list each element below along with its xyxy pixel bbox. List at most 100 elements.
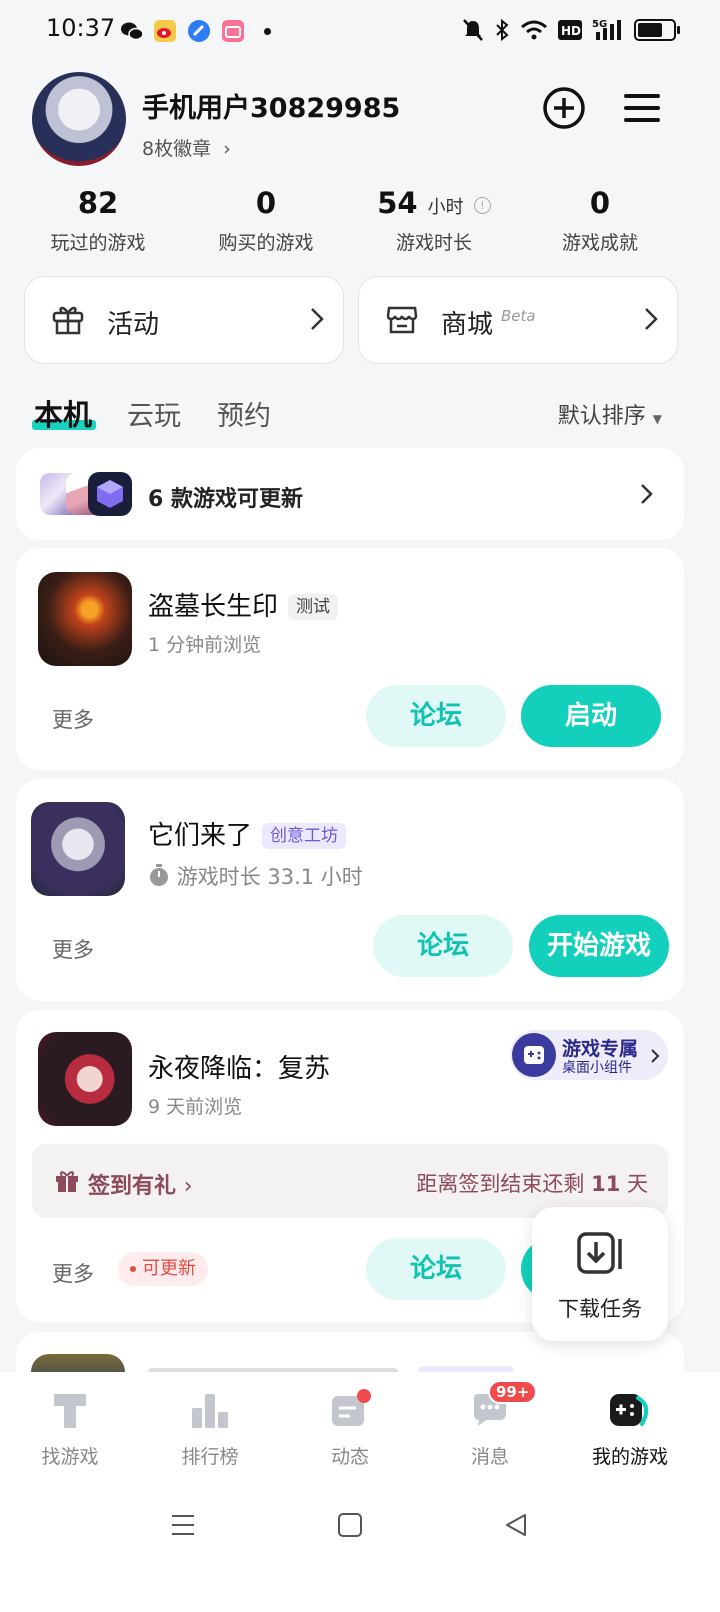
- download-tasks-label: 下载任务: [558, 1297, 642, 1321]
- wifi-icon: [521, 20, 547, 40]
- store-icon: [386, 306, 418, 334]
- signal-5g-icon: 5G: [592, 19, 621, 40]
- tab-reserved[interactable]: 预约: [217, 394, 271, 433]
- status-time: 10:37: [46, 14, 116, 42]
- chevron-right-icon: [311, 308, 324, 330]
- game-thumb: [88, 472, 132, 516]
- home-icon[interactable]: [337, 1512, 363, 1538]
- recent-apps-icon[interactable]: [170, 1512, 196, 1538]
- activity-card[interactable]: 活动: [24, 276, 344, 364]
- game-icon[interactable]: [38, 572, 132, 666]
- shop-card[interactable]: 商城 Beta: [358, 276, 678, 364]
- forum-button[interactable]: 论坛: [366, 685, 506, 747]
- tab-cloud[interactable]: 云玩: [127, 394, 181, 433]
- messages-badge: 99+: [488, 1380, 538, 1404]
- hd-icon: HD: [558, 20, 582, 40]
- battery-icon: [634, 19, 680, 41]
- game-icon[interactable]: [38, 1032, 132, 1126]
- more-button[interactable]: 更多: [52, 1258, 94, 1288]
- game-name: 它们来了: [148, 821, 253, 851]
- stat-value: 54: [377, 186, 418, 220]
- bilibili-icon: [222, 20, 244, 42]
- game-tag: 创意工坊: [262, 823, 347, 849]
- nav-label: 动态: [330, 1446, 369, 1468]
- chevron-right-icon: [645, 308, 658, 330]
- badges-link[interactable]: 8枚徽章 ›: [142, 134, 231, 161]
- game-name: 盗墓长生印: [148, 592, 279, 622]
- nav-find-games[interactable]: 找游戏: [0, 1388, 140, 1469]
- stat-label: 购买的游戏: [218, 232, 314, 254]
- ranking-icon: [192, 1394, 228, 1428]
- stat-value: 0: [589, 186, 611, 220]
- more-button[interactable]: 更多: [52, 704, 94, 734]
- signin-days: 11: [591, 1172, 621, 1196]
- shop-label: 商城: [441, 310, 494, 340]
- download-icon: [577, 1232, 622, 1274]
- dot-icon: [130, 1266, 136, 1272]
- stat-label: 游戏成就: [561, 232, 638, 254]
- chevron-right-icon: ›: [223, 138, 231, 160]
- activity-label: 活动: [107, 310, 160, 340]
- nav-label: 排行榜: [181, 1446, 239, 1468]
- nav-messages[interactable]: 99+ 消息: [420, 1380, 560, 1469]
- bottom-nav: 找游戏 排行榜 动态 99+ 消息 我的游戏: [0, 1372, 720, 1612]
- game-subtitle: 游戏时长 33.1 小时: [176, 865, 363, 889]
- signin-label: 签到有礼: [88, 1174, 177, 1199]
- tab-local[interactable]: 本机: [34, 392, 92, 434]
- info-icon[interactable]: !: [473, 196, 491, 214]
- weibo-icon: [154, 20, 176, 42]
- chevron-right-icon: [651, 1049, 660, 1063]
- nav-ranking[interactable]: 排行榜: [140, 1388, 280, 1469]
- status-bar: 10:37 HD 5G: [0, 0, 720, 62]
- forum-button[interactable]: 论坛: [373, 915, 513, 977]
- download-tasks-button[interactable]: 下载任务: [532, 1207, 668, 1341]
- browser-icon: [188, 20, 210, 42]
- nav-label: 找游戏: [41, 1446, 99, 1468]
- game-tag: 测试: [288, 594, 339, 620]
- game-icon[interactable]: [31, 802, 125, 896]
- badges-label: 8枚徽章: [142, 138, 212, 160]
- svg-text:HD: HD: [561, 24, 581, 38]
- game-card[interactable]: 它们来了 创意工坊 游戏时长 33.1 小时 更多 论坛 开始游戏: [16, 779, 684, 1001]
- stat-label: 玩过的游戏: [50, 232, 146, 254]
- beta-badge: Beta: [501, 307, 536, 325]
- stat-label: 游戏时长: [395, 232, 472, 254]
- stat-playtime[interactable]: 54 小时 ! 游戏时长: [354, 186, 514, 255]
- nav-my-games[interactable]: 我的游戏: [560, 1388, 700, 1469]
- feed-icon: [332, 1389, 371, 1426]
- avatar[interactable]: [32, 72, 126, 166]
- back-icon[interactable]: [503, 1512, 529, 1538]
- launch-button[interactable]: 启动: [521, 685, 661, 747]
- status-indicators: HD 5G: [462, 18, 680, 42]
- stat-purchased[interactable]: 0 购买的游戏: [186, 186, 346, 255]
- mute-icon: [463, 19, 483, 41]
- nav-feed[interactable]: 动态: [280, 1388, 420, 1469]
- chevron-right-icon: ›: [183, 1174, 193, 1199]
- gamepad-icon: [512, 1033, 556, 1077]
- my-games-icon: [610, 1394, 649, 1426]
- start-game-button[interactable]: 开始游戏: [529, 915, 669, 977]
- sort-dropdown[interactable]: 默认排序 ▼: [558, 398, 662, 430]
- desktop-widget-button[interactable]: 游戏专属 桌面小组件: [510, 1030, 668, 1080]
- chevron-right-icon: [641, 484, 653, 504]
- menu-button[interactable]: [622, 86, 666, 130]
- stat-unit: 小时: [427, 197, 464, 218]
- stat-played[interactable]: 82 玩过的游戏: [18, 186, 178, 255]
- username[interactable]: 手机用户30829985: [142, 86, 400, 125]
- signin-remaining-text: 距离签到结束还剩: [416, 1172, 585, 1196]
- updates-label: 6 款游戏可更新: [148, 487, 303, 512]
- wechat-icon: [120, 20, 144, 42]
- add-button[interactable]: [542, 86, 586, 130]
- forum-button[interactable]: 论坛: [366, 1238, 506, 1300]
- updates-banner[interactable]: 6 款游戏可更新: [16, 448, 684, 540]
- gift-icon: [52, 306, 84, 335]
- stopwatch-icon: [150, 864, 168, 886]
- notification-dot-icon: [264, 28, 271, 35]
- widget-subtitle: 桌面小组件: [562, 1060, 632, 1076]
- caret-down-icon: ▼: [652, 412, 662, 426]
- bluetooth-icon: [496, 18, 509, 42]
- game-card[interactable]: 盗墓长生印 测试 1 分钟前浏览 更多 论坛 启动: [16, 548, 684, 770]
- more-button[interactable]: 更多: [52, 934, 94, 964]
- stat-achievements[interactable]: 0 游戏成就: [520, 186, 680, 255]
- update-badge[interactable]: 可更新: [118, 1252, 208, 1286]
